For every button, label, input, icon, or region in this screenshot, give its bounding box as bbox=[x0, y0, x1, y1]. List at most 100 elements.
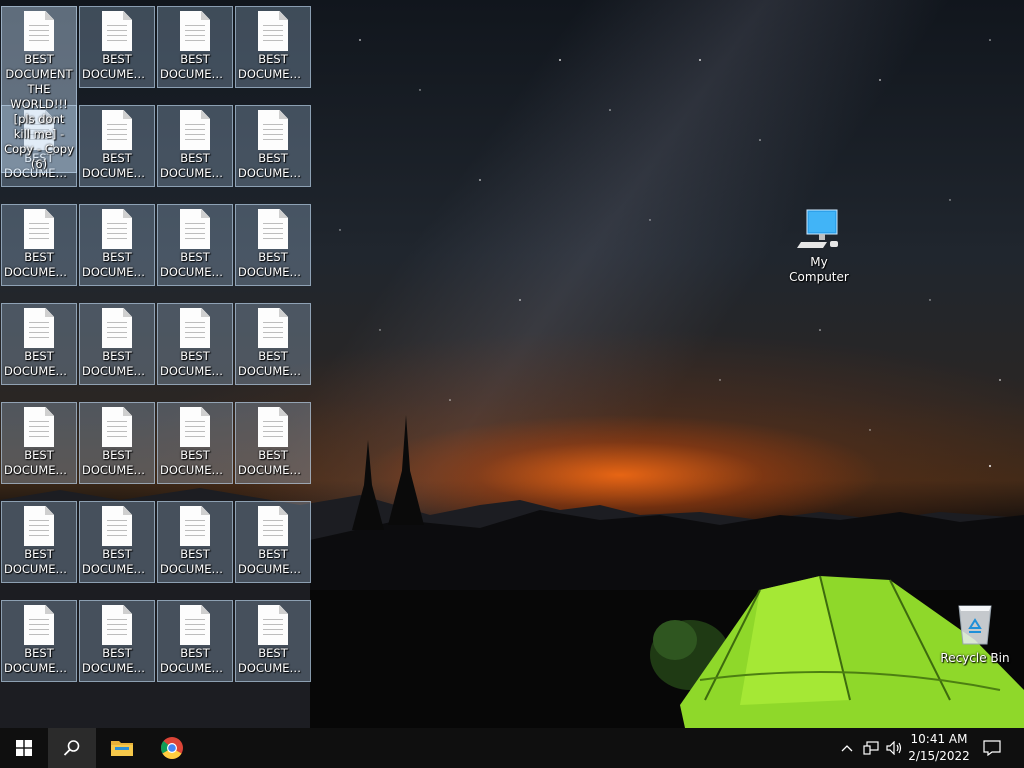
desktop-file[interactable]: BEST DOCUMENT... bbox=[79, 303, 155, 385]
desktop-file[interactable]: BEST DOCUMENT... bbox=[157, 105, 233, 187]
file-label-line2: DOCUMENT... bbox=[82, 562, 154, 576]
document-icon bbox=[102, 209, 132, 249]
file-label-line1: BEST bbox=[102, 52, 132, 66]
desktop-file[interactable]: BEST DOCUMENT... bbox=[79, 204, 155, 286]
file-label-line2: DOCUMENT... bbox=[160, 661, 232, 675]
file-label-line2: DOCUMENT... bbox=[4, 562, 76, 576]
desktop-file[interactable]: BEST DOCUMENT... bbox=[79, 501, 155, 583]
desktop-file[interactable]: BEST DOCUMENT... bbox=[79, 600, 155, 682]
file-label-line2: DOCUMENT... bbox=[82, 463, 154, 477]
document-icon bbox=[258, 11, 288, 51]
file-label-line1: BEST bbox=[180, 52, 210, 66]
desktop-file[interactable]: BEST DOCUMENT... bbox=[1, 303, 77, 385]
my-computer-label: My Computer bbox=[789, 255, 849, 284]
search-icon bbox=[63, 740, 80, 756]
file-label-line1: BEST bbox=[180, 349, 210, 363]
desktop-file[interactable]: BEST DOCUMENT... bbox=[157, 303, 233, 385]
recycle-bin-label: Recycle Bin bbox=[940, 651, 1010, 665]
document-icon bbox=[102, 407, 132, 447]
volume-button[interactable] bbox=[884, 728, 906, 768]
my-computer-shortcut[interactable]: My Computer bbox=[779, 208, 859, 285]
action-center-button[interactable] bbox=[978, 728, 1006, 768]
recycle-bin-icon bbox=[958, 605, 992, 645]
file-label-line1: BEST bbox=[102, 448, 132, 462]
file-label-line1: BEST bbox=[24, 349, 54, 363]
file-label-line1: BEST bbox=[24, 250, 54, 264]
desktop-file[interactable]: BEST DOCUMENT... bbox=[157, 402, 233, 484]
desktop-file[interactable]: BEST DOCUMENT... bbox=[235, 501, 311, 583]
document-icon bbox=[258, 110, 288, 150]
desktop-file[interactable]: BEST DOCUMENT... bbox=[157, 6, 233, 88]
network-icon bbox=[863, 741, 879, 755]
chevron-up-icon bbox=[841, 745, 853, 752]
desktop-file[interactable]: BEST DOCUMENT... bbox=[1, 402, 77, 484]
file-label-line2: DOCUMENT... bbox=[4, 265, 76, 279]
file-explorer-button[interactable] bbox=[98, 728, 146, 768]
clock-date: 2/15/2022 bbox=[908, 749, 970, 763]
file-label-line1: BEST bbox=[24, 547, 54, 561]
file-label-line2: DOCUMENT... bbox=[238, 364, 310, 378]
search-button[interactable] bbox=[48, 728, 96, 768]
file-label-line2: DOCUMENT... bbox=[160, 463, 232, 477]
folder-icon bbox=[111, 741, 133, 756]
file-label-line2: DOCUMENT... bbox=[82, 661, 154, 675]
windows-logo-icon bbox=[16, 740, 32, 756]
desktop-file[interactable]: BEST DOCUMENT... bbox=[1, 600, 77, 682]
desktop-file[interactable]: BEST DOCUMENT... bbox=[235, 204, 311, 286]
file-label-line1: BEST bbox=[180, 151, 210, 165]
show-hidden-icons-button[interactable] bbox=[837, 728, 857, 768]
file-label-line1: BEST bbox=[180, 547, 210, 561]
desktop-file[interactable]: BEST DOCUMENT... bbox=[235, 6, 311, 88]
document-icon bbox=[24, 11, 54, 51]
desktop-file[interactable]: BEST DOCUMENT... bbox=[79, 402, 155, 484]
file-label-line1: BEST bbox=[24, 448, 54, 462]
recycle-bin-shortcut[interactable]: Recycle Bin bbox=[935, 602, 1015, 666]
computer-icon bbox=[797, 209, 838, 248]
desktop[interactable]: BEST DOCUMENT... BEST DOCUMENT... BEST DOCUME… bbox=[0, 0, 1024, 728]
document-icon bbox=[102, 308, 132, 348]
document-icon bbox=[258, 209, 288, 249]
desktop-file[interactable]: BEST DOCUMENT... bbox=[79, 6, 155, 88]
chrome-icon bbox=[160, 737, 183, 759]
file-label-line2: DOCUMENT... bbox=[238, 661, 310, 675]
document-icon bbox=[180, 110, 210, 150]
document-icon bbox=[102, 605, 132, 645]
start-button[interactable] bbox=[0, 728, 48, 768]
network-button[interactable] bbox=[860, 728, 882, 768]
document-icon bbox=[258, 506, 288, 546]
document-icon bbox=[180, 407, 210, 447]
file-label-line2: DOCUMENT... bbox=[82, 67, 154, 81]
desktop-file[interactable]: BEST DOCUMENT... bbox=[235, 402, 311, 484]
desktop-file[interactable]: BEST DOCUMENT... bbox=[157, 501, 233, 583]
file-label-line2: DOCUMENT... bbox=[238, 265, 310, 279]
action-center-icon bbox=[983, 740, 1001, 756]
desktop-file-selected[interactable]: BEST DOCUMENT THE WORLD!!! [pls dont kil… bbox=[1, 6, 77, 173]
desktop-file[interactable]: BEST DOCUMENT... bbox=[1, 204, 77, 286]
desktop-file[interactable]: BEST DOCUMENT... bbox=[157, 600, 233, 682]
file-label-line1: BEST bbox=[180, 646, 210, 660]
desktop-file[interactable]: BEST DOCUMENT... bbox=[235, 303, 311, 385]
desktop-file[interactable]: BEST DOCUMENT... bbox=[235, 600, 311, 682]
desktop-file[interactable]: BEST DOCUMENT... bbox=[235, 105, 311, 187]
document-icon bbox=[24, 209, 54, 249]
desktop-file[interactable]: BEST DOCUMENT... bbox=[1, 501, 77, 583]
desktop-file[interactable]: BEST DOCUMENT... bbox=[79, 105, 155, 187]
chrome-button[interactable] bbox=[148, 728, 196, 768]
file-label-line2: DOCUMENT... bbox=[4, 364, 76, 378]
document-icon bbox=[102, 110, 132, 150]
desktop-file[interactable]: BEST DOCUMENT... bbox=[157, 204, 233, 286]
document-icon bbox=[24, 308, 54, 348]
file-label-line1: BEST bbox=[258, 52, 288, 66]
file-label-line2: DOCUMENT... bbox=[4, 463, 76, 477]
taskbar: 10:41 AM 2/15/2022 bbox=[0, 728, 1024, 768]
document-icon bbox=[102, 11, 132, 51]
file-label-line2: DOCUMENT... bbox=[160, 562, 232, 576]
file-label-line2: DOCUMENT... bbox=[238, 463, 310, 477]
document-icon bbox=[258, 605, 288, 645]
file-label-line1: BEST bbox=[102, 250, 132, 264]
file-label-line1: BEST bbox=[258, 250, 288, 264]
file-label-line2: DOCUMENT... bbox=[4, 661, 76, 675]
document-icon bbox=[24, 407, 54, 447]
file-label-line1: BEST bbox=[102, 151, 132, 165]
clock[interactable]: 10:41 AM 2/15/2022 bbox=[906, 728, 972, 768]
